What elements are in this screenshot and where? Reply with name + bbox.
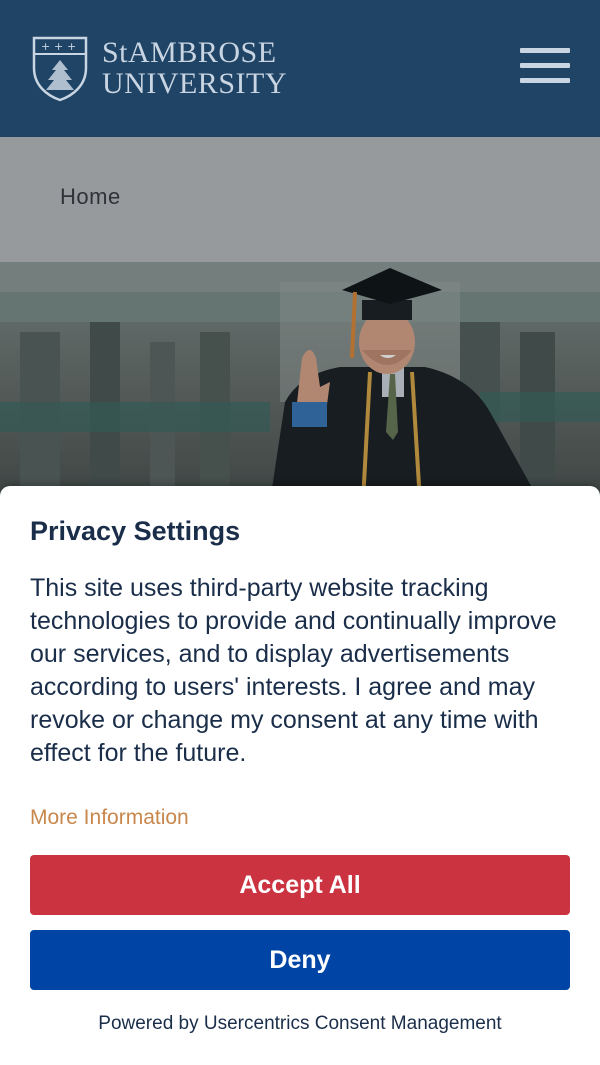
- overlay-dim: [0, 137, 600, 537]
- university-logo[interactable]: + + + StAMBROSE UNIVERSITY: [30, 34, 287, 102]
- svg-text:+: +: [41, 40, 50, 53]
- consent-description: This site uses third-party website track…: [30, 574, 557, 767]
- site-header: + + + StAMBROSE UNIVERSITY: [0, 0, 600, 137]
- privacy-consent-dialog: Privacy Settings This site uses third-pa…: [0, 486, 600, 1065]
- deny-button[interactable]: Deny: [30, 930, 570, 990]
- svg-text:+: +: [54, 40, 63, 53]
- consent-title: Privacy Settings: [30, 516, 241, 546]
- brand-name-line2: UNIVERSITY: [102, 66, 287, 100]
- brand-name-line1: StAMBROSE: [102, 35, 277, 69]
- crest-icon: + + +: [32, 36, 88, 102]
- powered-by-link[interactable]: Powered by Usercentrics Consent Manageme…: [0, 1013, 600, 1035]
- hamburger-menu-icon[interactable]: [520, 48, 570, 86]
- svg-text:+: +: [67, 40, 76, 53]
- accept-all-button[interactable]: Accept All: [30, 855, 570, 915]
- more-information-link[interactable]: More Information: [30, 806, 189, 830]
